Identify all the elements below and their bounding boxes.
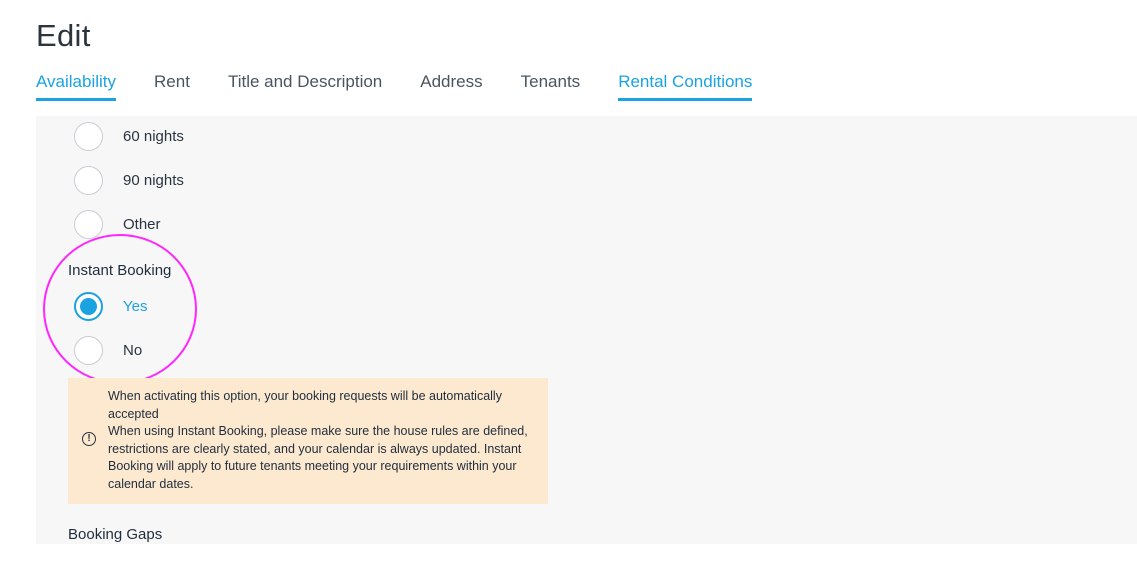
instant-booking-option-no[interactable]: No	[74, 334, 142, 366]
radio-label: No	[123, 341, 143, 359]
rental-conditions-panel: 60 nights 90 nights Other Instant Bookin…	[36, 116, 1137, 544]
instant-booking-label: Instant Booking	[68, 262, 172, 279]
page-title: Edit	[36, 18, 91, 53]
min-stay-option-other[interactable]: Other	[74, 208, 161, 240]
instant-booking-option-yes[interactable]: Yes	[74, 290, 147, 322]
notice-body: When using Instant Booking, please make …	[108, 424, 528, 491]
radio-button[interactable]	[74, 121, 103, 151]
min-stay-option-90-nights[interactable]: 90 nights	[74, 164, 184, 196]
booking-gaps-label: Booking Gaps	[68, 526, 163, 543]
tab-availability[interactable]: Availability	[36, 72, 117, 101]
tab-tenants[interactable]: Tenants	[521, 72, 581, 101]
min-stay-option-60-nights[interactable]: 60 nights	[74, 120, 184, 152]
tab-rental-conditions[interactable]: Rental Conditions	[618, 72, 753, 101]
alert-circle-icon: !	[82, 432, 96, 446]
radio-label: 60 nights	[123, 127, 184, 145]
notice-headline: When activating this option, your bookin…	[108, 389, 502, 421]
radio-button[interactable]	[74, 335, 103, 365]
radio-label: 90 nights	[123, 171, 184, 189]
radio-label: Yes	[123, 297, 148, 315]
tab-rent[interactable]: Rent	[154, 72, 190, 101]
radio-button[interactable]	[74, 165, 103, 195]
radio-label: Other	[123, 215, 161, 233]
tab-bar: Availability Rent Title and Description …	[36, 72, 790, 101]
instant-booking-notice: ! When activating this option, your book…	[68, 378, 548, 504]
tab-address[interactable]: Address	[420, 72, 482, 101]
tab-title-and-description[interactable]: Title and Description	[228, 72, 382, 101]
radio-button[interactable]	[74, 209, 103, 239]
radio-button-selected[interactable]	[74, 291, 103, 321]
